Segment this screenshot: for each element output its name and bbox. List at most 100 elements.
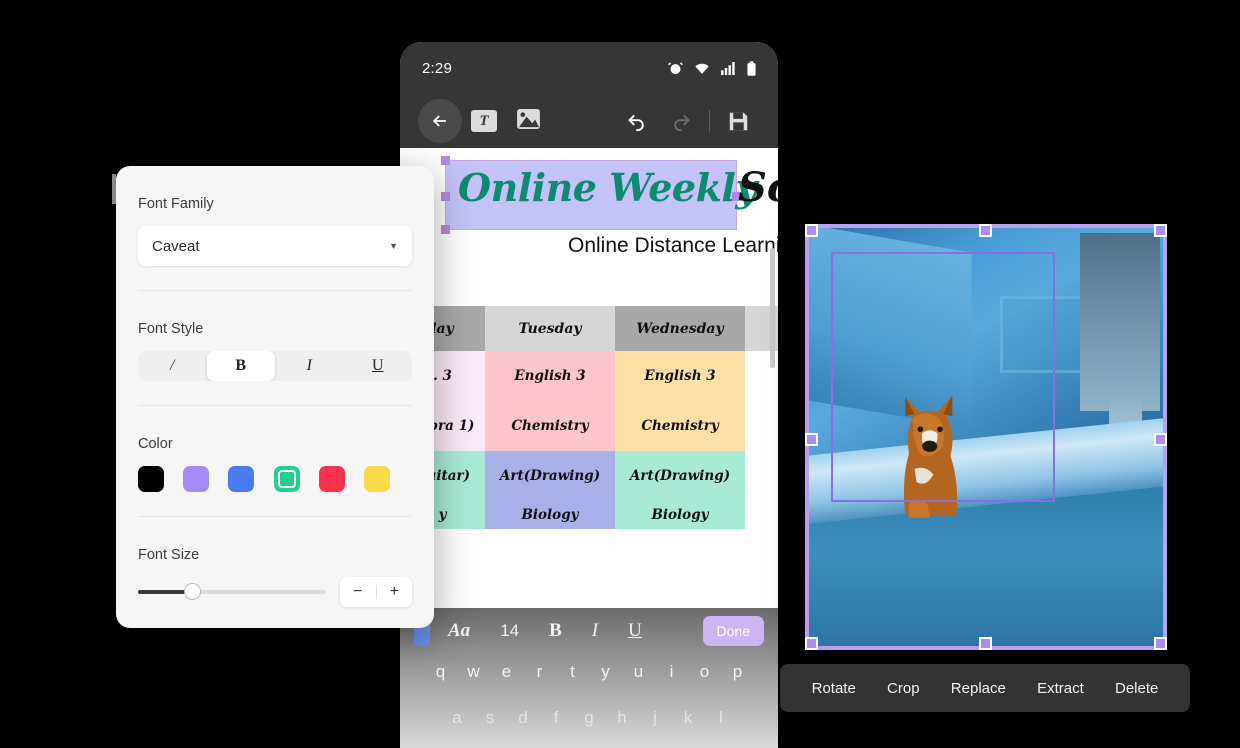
done-button[interactable]: Done [702, 616, 764, 646]
color-swatch-list [138, 466, 412, 492]
font-style-label: Font Style [138, 321, 204, 337]
table-cell: English 3 [615, 351, 745, 401]
italic-button[interactable]: I [592, 620, 598, 642]
panel-scrollbar[interactable] [112, 174, 116, 204]
font-size-value[interactable]: 14 [500, 621, 519, 641]
text-tool-button[interactable]: T [462, 99, 506, 143]
key[interactable]: p [721, 662, 754, 682]
color-swatch-blue[interactable] [228, 466, 255, 492]
style-bold-button[interactable]: B [206, 351, 275, 381]
image-crop-frame[interactable] [831, 252, 1055, 502]
app-toolbar: T [400, 94, 778, 148]
resize-handle-middle-right[interactable] [1154, 433, 1167, 446]
phone-mockup: 2:29 T Online Weekly S Online Distance L… [400, 42, 778, 748]
key[interactable]: y [589, 662, 622, 682]
table-cell: English 3 [485, 351, 615, 401]
key[interactable]: a [441, 708, 474, 728]
resize-handle-bottom-left[interactable] [805, 637, 818, 650]
table-cell: Biology [615, 501, 745, 529]
font-size-label: Font Size [138, 547, 200, 563]
doc-title-selected: Online Weekly [458, 165, 757, 210]
color-swatch-green[interactable] [273, 466, 300, 492]
key[interactable]: i [655, 662, 688, 682]
key[interactable]: j [639, 708, 672, 728]
font-family-select[interactable]: Caveat ▼ [138, 226, 412, 266]
font-family-label: Font Family [138, 196, 214, 212]
table-cell: Chemistry [615, 401, 745, 451]
keyboard-format-toolbar: Aa 14 B I U Done [400, 608, 778, 654]
image-editor-panel[interactable] [805, 224, 1167, 650]
battery-icon [747, 60, 756, 76]
increase-font-size-button[interactable]: + [377, 583, 413, 601]
handle-ml[interactable] [441, 192, 450, 201]
resize-handle-top-right[interactable] [1154, 224, 1167, 237]
key[interactable]: d [507, 708, 540, 728]
key[interactable]: s [474, 708, 507, 728]
color-swatch-black[interactable] [138, 466, 164, 492]
key[interactable]: f [540, 708, 573, 728]
table-cell [745, 451, 778, 501]
decrease-font-size-button[interactable]: − [340, 583, 376, 601]
resize-handle-bottom-center[interactable] [979, 637, 992, 650]
doc-title-rest: Sc [738, 164, 778, 211]
phone-status-bar: 2:29 [400, 42, 778, 94]
resize-handle-top-center[interactable] [979, 224, 992, 237]
key[interactable]: g [573, 708, 606, 728]
style-none-button[interactable]: / [138, 351, 207, 381]
delete-button[interactable]: Delete [1115, 680, 1158, 697]
style-italic-button[interactable]: I [275, 351, 344, 381]
key[interactable]: q [424, 662, 457, 682]
image-action-bar: Rotate Crop Replace Extract Delete [780, 664, 1190, 712]
selected-text-box[interactable]: Online Weekly [441, 156, 757, 234]
color-swatch-red[interactable] [318, 466, 345, 492]
resize-handle-bottom-right[interactable] [1154, 637, 1167, 650]
back-button[interactable] [418, 99, 462, 143]
table-row: Guitar) Art(Drawing) Art(Drawing) [400, 451, 778, 501]
key[interactable]: u [622, 662, 655, 682]
style-underline-button[interactable]: U [344, 351, 413, 381]
crop-button[interactable]: Crop [887, 680, 920, 697]
wifi-icon [694, 62, 710, 75]
color-swatch-purple[interactable] [183, 466, 210, 492]
key[interactable]: l [705, 708, 738, 728]
redo-button[interactable] [659, 99, 703, 143]
handle-bl[interactable] [441, 225, 450, 234]
replace-button[interactable]: Replace [951, 680, 1006, 697]
font-style-group: / B I U [138, 351, 412, 381]
table-cell: Art(Drawing) [485, 451, 615, 501]
font-name-button[interactable]: Aa [448, 620, 470, 642]
key[interactable]: t [556, 662, 589, 682]
document-scrollbar[interactable] [770, 248, 775, 368]
table-row: gebra 1) Chemistry Chemistry [400, 401, 778, 451]
key[interactable]: k [672, 708, 705, 728]
key[interactable]: w [457, 662, 490, 682]
alarm-icon [668, 61, 683, 76]
save-button[interactable] [716, 99, 760, 143]
chevron-down-icon: ▼ [389, 241, 398, 251]
bold-button[interactable]: B [549, 620, 562, 642]
handle-tl[interactable] [441, 156, 450, 165]
doc-subtitle: Online Distance Learnin [568, 234, 778, 257]
font-size-slider[interactable] [138, 583, 326, 600]
image-tool-button[interactable] [506, 99, 550, 143]
key[interactable]: o [688, 662, 721, 682]
schedule-table[interactable]: lay Tuesday Wednesday . 3 English 3 Engl… [400, 306, 778, 529]
table-cell: Chemistry [485, 401, 615, 451]
slider-knob[interactable] [184, 583, 201, 600]
extract-button[interactable]: Extract [1037, 680, 1084, 697]
table-row: y Biology Biology [400, 501, 778, 529]
text-tool-icon: T [471, 110, 497, 132]
key[interactable]: r [523, 662, 556, 682]
key[interactable]: h [606, 708, 639, 728]
resize-handle-middle-left[interactable] [805, 433, 818, 446]
font-family-value: Caveat [152, 237, 200, 255]
resize-handle-top-left[interactable] [805, 224, 818, 237]
color-swatch-yellow[interactable] [363, 466, 390, 492]
document-header: Online Weekly Sc Online Distance Learnin [400, 148, 778, 266]
underline-button[interactable]: U [628, 620, 642, 642]
rotate-button[interactable]: Rotate [812, 680, 856, 697]
table-cell [745, 401, 778, 451]
key[interactable]: e [490, 662, 523, 682]
table-cell: Biology [485, 501, 615, 529]
undo-button[interactable] [615, 99, 659, 143]
